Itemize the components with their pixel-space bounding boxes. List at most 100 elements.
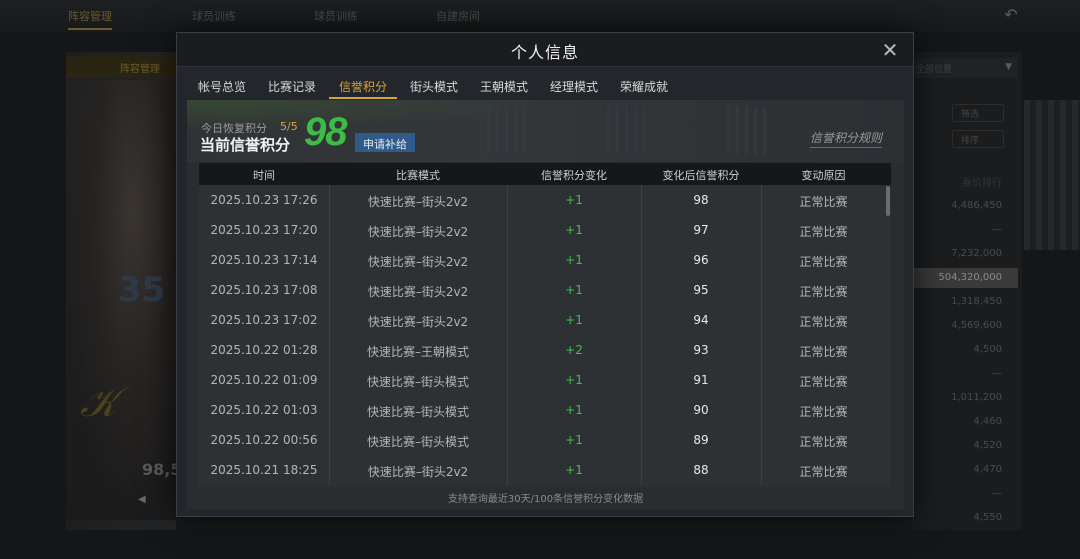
cell-time: 2025.10.23 17:26 <box>210 193 318 207</box>
tab-credit-score[interactable]: 信誉积分 <box>329 67 397 99</box>
banner-decoration <box>727 106 767 154</box>
cell-reason: 正常比赛 <box>799 465 848 479</box>
bg-right-value: — <box>992 224 1002 235</box>
table-row: 2025.10.22 01:09 快速比赛–街头模式 +1 91 正常比赛 <box>199 365 886 395</box>
cell-mode: 快速比赛–街头模式 <box>366 375 469 389</box>
cell-after: 90 <box>693 403 709 417</box>
personal-info-dialog: 个人信息 ✕ 帐号总览 比赛记录 信誉积分 街头模式 王朝模式 经理模式 荣耀成… <box>176 32 914 517</box>
cell-change: +1 <box>565 463 583 477</box>
current-credit-score: 98 <box>304 110 347 154</box>
credit-score-banner: 今日恢复积分 5/5 当前信誉积分 98 申请补给 信誉积分规则 <box>187 100 904 162</box>
table-row: 2025.10.23 17:08 快速比赛–街头2v2 +1 95 正常比赛 <box>199 275 886 305</box>
close-icon[interactable]: ✕ <box>879 39 901 61</box>
cell-time: 2025.10.22 00:56 <box>210 433 318 447</box>
banner-decoration <box>607 106 647 154</box>
table-row: 2025.10.22 00:56 快速比赛–街头模式 +1 89 正常比赛 <box>199 425 886 455</box>
cell-after: 94 <box>693 313 709 327</box>
cell-change: +1 <box>565 253 583 267</box>
cell-reason: 正常比赛 <box>799 255 848 269</box>
column-header-after: 变化后信誉积分 <box>662 169 740 182</box>
tab-honor-achievements[interactable]: 荣耀成就 <box>613 67 675 99</box>
tab-bar: 帐号总览 比赛记录 信誉积分 街头模式 王朝模式 经理模式 荣耀成就 <box>177 67 913 99</box>
table-row: 2025.10.23 17:02 快速比赛–街头2v2 +1 94 正常比赛 <box>199 305 886 335</box>
cell-after: 96 <box>693 253 709 267</box>
cell-after: 93 <box>693 343 709 357</box>
cell-after: 88 <box>693 463 709 477</box>
bg-right-value: 4,550 <box>973 512 1002 523</box>
bg-right-value: 4,520 <box>973 440 1002 451</box>
cell-time: 2025.10.22 01:03 <box>210 403 318 417</box>
bg-select-label: 全部位置 <box>916 65 953 75</box>
tab-manager-mode[interactable]: 经理模式 <box>543 67 605 99</box>
table-header: 时间 比赛模式 信誉积分变化 变化后信誉积分 变动原因 <box>199 163 891 185</box>
table-row: 2025.10.23 17:20 快速比赛–街头2v2 +1 97 正常比赛 <box>199 215 886 245</box>
credit-history-table: 时间 比赛模式 信誉积分变化 变化后信誉积分 变动原因 2025.10.23 1… <box>199 163 891 487</box>
credit-rules-link[interactable]: 信誉积分规则 <box>809 129 882 148</box>
table-row: 2025.10.23 17:26 快速比赛–街头2v2 +1 98 正常比赛 <box>199 185 886 215</box>
bg-right-value: 1,318,450 <box>951 296 1002 307</box>
cell-mode: 快速比赛–街头2v2 <box>367 465 469 479</box>
cell-mode: 快速比赛–街头2v2 <box>367 225 469 239</box>
bg-nav-item: 自建房间 <box>436 10 480 23</box>
cell-change: +1 <box>565 283 583 297</box>
cell-mode: 快速比赛–街头2v2 <box>367 285 469 299</box>
background-top-nav: 阵容管理 球员训练 球员训练 自建房间 ↶ <box>0 0 1080 32</box>
bg-nav-item: 阵容管理 <box>68 8 112 30</box>
table-row: 2025.10.22 01:03 快速比赛–街头模式 +1 90 正常比赛 <box>199 395 886 425</box>
tab-account-overview[interactable]: 帐号总览 <box>191 67 253 99</box>
current-credit-label: 当前信誉积分 <box>200 136 291 154</box>
cell-change: +1 <box>565 433 583 447</box>
cell-after: 89 <box>693 433 709 447</box>
cell-mode: 快速比赛–街头模式 <box>366 435 469 449</box>
bg-right-value: 504,320,000 <box>938 272 1002 283</box>
bg-right-value: 4,486,450 <box>951 200 1002 211</box>
cell-after: 98 <box>693 193 709 207</box>
tab-street-mode[interactable]: 街头模式 <box>403 67 465 99</box>
table-scrollbar[interactable] <box>886 186 890 216</box>
table-row: 2025.10.21 18:25 快速比赛–街头2v2 +1 88 正常比赛 <box>199 455 886 485</box>
column-header-mode: 比赛模式 <box>396 169 440 182</box>
cell-reason: 正常比赛 <box>799 405 848 419</box>
column-header-change: 信誉积分变化 <box>541 169 607 182</box>
tab-match-records[interactable]: 比赛记录 <box>261 67 323 99</box>
bg-nav-item: 球员训练 <box>192 10 236 23</box>
play-icon: ◀ <box>138 494 146 505</box>
back-icon: ↶ <box>1004 5 1018 24</box>
bg-sort-button: 排序 <box>952 130 1004 148</box>
bg-stadium-decoration <box>1024 100 1080 250</box>
cell-time: 2025.10.22 01:28 <box>210 343 318 357</box>
cell-time: 2025.10.23 17:20 <box>210 223 318 237</box>
background-right-panel <box>912 52 1022 530</box>
dialog-title: 个人信息 <box>510 43 579 62</box>
cell-after: 95 <box>693 283 709 297</box>
today-recover-count: 5/5 <box>280 120 298 133</box>
tab-dynasty-mode[interactable]: 王朝模式 <box>473 67 535 99</box>
cell-change: +1 <box>565 193 583 207</box>
cell-change: +1 <box>565 313 583 327</box>
cell-time: 2025.10.22 01:09 <box>210 373 318 387</box>
bg-nav-item: 球员训练 <box>314 10 358 23</box>
cell-after: 97 <box>693 223 709 237</box>
cell-reason: 正常比赛 <box>799 315 848 329</box>
banner-decoration <box>487 106 527 154</box>
bg-filter-button: 筛选 <box>952 104 1004 122</box>
cell-after: 91 <box>693 373 709 387</box>
table-body[interactable]: 2025.10.23 17:26 快速比赛–街头2v2 +1 98 正常比赛 2… <box>199 185 886 485</box>
cell-change: +1 <box>565 223 583 237</box>
cell-reason: 正常比赛 <box>799 375 848 389</box>
column-header-reason: 变动原因 <box>801 169 846 182</box>
player-jersey-number: 35 <box>118 270 166 310</box>
cell-reason: 正常比赛 <box>799 225 848 239</box>
cell-change: +1 <box>565 373 583 387</box>
cell-time: 2025.10.23 17:08 <box>210 283 318 297</box>
cell-time: 2025.10.23 17:02 <box>210 313 318 327</box>
cell-change: +2 <box>565 343 583 357</box>
cell-reason: 正常比赛 <box>799 285 848 299</box>
cell-time: 2025.10.21 18:25 <box>210 463 318 477</box>
apply-supply-button[interactable]: 申请补给 <box>355 133 415 152</box>
bg-right-value: — <box>992 368 1002 379</box>
table-row: 2025.10.22 01:28 快速比赛–王朝模式 +2 93 正常比赛 <box>199 335 886 365</box>
bg-right-value: 4,569,600 <box>951 320 1002 331</box>
query-range-note: 支持查询最近30天/100条信誉积分变化数据 <box>447 494 644 505</box>
chevron-down-icon: ▼ <box>1005 62 1012 72</box>
